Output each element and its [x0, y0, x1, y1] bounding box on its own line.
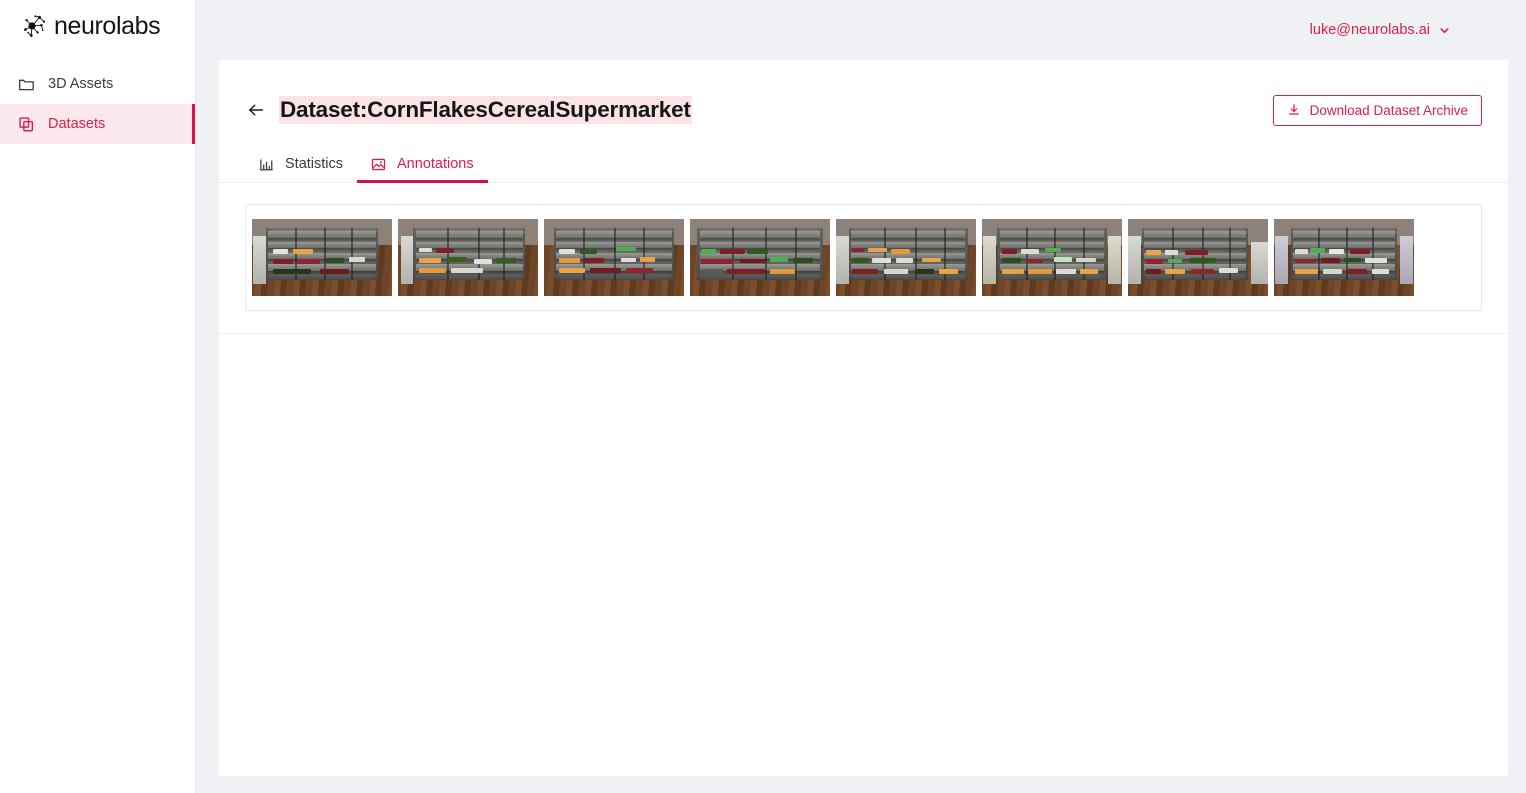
user-account-menu[interactable]: luke@neurolabs.ai	[1310, 22, 1450, 38]
app-root: neurolabs 3D Assets Datasets luke@neurol…	[0, 0, 1526, 793]
bar-chart-icon	[259, 157, 274, 172]
dataset-card: Dataset:CornFlakesCerealSupermarket Down…	[219, 60, 1508, 776]
annotation-thumbnail-6[interactable]	[982, 219, 1122, 296]
brand-name: neurolabs	[54, 11, 161, 40]
annotation-thumbnail-3[interactable]	[544, 219, 684, 296]
folder-icon	[18, 76, 35, 93]
sidebar-item-datasets[interactable]: Datasets	[0, 104, 195, 144]
brand-logo[interactable]: neurolabs	[0, 0, 195, 52]
download-icon	[1287, 103, 1301, 117]
annotation-thumbnail-5[interactable]	[836, 219, 976, 296]
annotation-thumbnail-2[interactable]	[398, 219, 538, 296]
user-email-label: luke@neurolabs.ai	[1309, 22, 1430, 38]
image-icon	[371, 157, 386, 172]
page-title: Dataset:CornFlakesCerealSupermarket	[279, 95, 692, 125]
annotation-thumbnail-1[interactable]	[252, 219, 392, 296]
download-button-label: Download Dataset Archive	[1309, 102, 1468, 118]
neural-network-logo-icon	[20, 11, 50, 41]
sidebar: neurolabs 3D Assets Datasets	[0, 0, 196, 793]
tab-label: Annotations	[397, 156, 474, 172]
sidebar-item-label: 3D Assets	[48, 76, 114, 92]
annotation-thumbnail-strip	[245, 204, 1482, 311]
tab-annotations[interactable]: Annotations	[357, 145, 488, 183]
chevron-down-icon	[1439, 25, 1450, 36]
download-dataset-archive-button[interactable]: Download Dataset Archive	[1272, 94, 1482, 126]
card-header: Dataset:CornFlakesCerealSupermarket Down…	[219, 60, 1508, 126]
topbar: luke@neurolabs.ai	[196, 0, 1526, 60]
content-divider	[219, 333, 1508, 334]
main-area: luke@neurolabs.ai Dataset:CornFlakesCere…	[196, 0, 1526, 793]
arrow-left-icon[interactable]	[245, 99, 267, 121]
stack-copy-icon	[18, 116, 35, 133]
sidebar-item-3d-assets[interactable]: 3D Assets	[0, 64, 195, 104]
tab-label: Statistics	[285, 156, 344, 172]
annotation-thumbnail-4[interactable]	[690, 219, 830, 296]
sidebar-item-label: Datasets	[48, 116, 106, 132]
tab-bar: Statistics Annotations	[219, 144, 1508, 183]
annotation-thumbnail-8[interactable]	[1274, 219, 1414, 296]
sidebar-nav: 3D Assets Datasets	[0, 64, 195, 144]
annotation-thumbnail-7[interactable]	[1128, 219, 1268, 296]
tab-statistics[interactable]: Statistics	[245, 145, 357, 183]
